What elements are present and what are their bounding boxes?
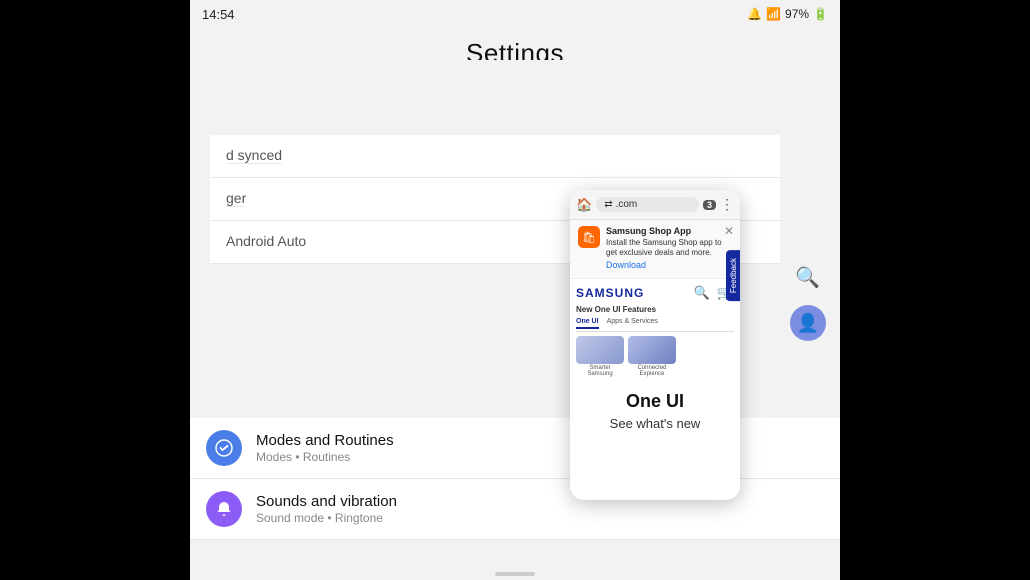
browser-toolbar: 🏠 ⇄ .com 3 ⋮: [570, 190, 740, 220]
notification-popup: 🛍 Samsung Shop App Install the Samsung S…: [570, 220, 740, 279]
thumbnail-row: SmarterSamsung ConnectedExpience: [576, 336, 734, 377]
status-bar: 14:54 🔔 📶 97% 🔋: [190, 0, 840, 28]
notif-description: Install the Samsung Shop app to get excl…: [606, 238, 732, 259]
tab-count[interactable]: 3: [703, 200, 716, 210]
thumb-label-2: ConnectedExpience: [628, 365, 676, 377]
translate-icon: ⇄: [604, 199, 612, 210]
see-whats-new-text: See what's new: [576, 416, 734, 431]
url-text: .com: [616, 199, 638, 210]
volume-icon: 🔔: [747, 7, 762, 21]
thumbnail-1: SmarterSamsung: [576, 336, 624, 377]
thumb-label-1: SmarterSamsung: [576, 365, 624, 377]
one-ui-heading: One UI: [576, 383, 734, 416]
battery-icon: 🔋: [813, 7, 828, 21]
synced-text: d synced: [226, 147, 282, 164]
phone-screen: 14:54 🔔 📶 97% 🔋 Settings 🔍 👤 d synced: [190, 0, 840, 580]
signal-icon: 📶: [766, 7, 781, 21]
browser-menu-icon[interactable]: ⋮: [720, 196, 734, 213]
apps-services-tab[interactable]: Apps & Services: [607, 318, 658, 329]
sounds-vibration-text: Sounds and vibration Sound mode • Ringto…: [256, 493, 824, 525]
thumbnail-2: ConnectedExpience: [628, 336, 676, 377]
sounds-vibration-icon: [206, 491, 242, 527]
site-tabs: One UI Apps & Services: [576, 318, 734, 332]
settings-page: 🔍 👤 d synced ger Android Auto: [190, 60, 840, 580]
notif-download-link[interactable]: Download: [606, 260, 732, 272]
bell-icon: [215, 500, 233, 518]
new-one-ui-section: New One UI Features: [576, 305, 734, 314]
notification-text: Samsung Shop App Install the Samsung Sho…: [606, 226, 732, 272]
site-search-icon[interactable]: 🔍: [694, 285, 711, 301]
modes-routines-icon: [206, 430, 242, 466]
browser-card: 🏠 ⇄ .com 3 ⋮ 🛍 Samsung Shop App Install …: [570, 190, 740, 500]
android-auto-text: Android Auto: [226, 233, 306, 249]
one-ui-tab[interactable]: One UI: [576, 318, 599, 329]
settings-item-modes-routines[interactable]: Modes and Routines Modes • Routines: [190, 418, 840, 479]
notif-app-name: Samsung Shop App: [606, 226, 732, 238]
notification-close[interactable]: ✕: [724, 224, 734, 238]
ger-text: ger: [226, 190, 246, 207]
samsung-logo: SAMSUNG 🔍 🛒: [576, 285, 734, 301]
avatar-icon: 👤: [797, 313, 819, 334]
sounds-vibration-subtitle: Sound mode • Ringtone: [256, 511, 824, 525]
search-icon[interactable]: 🔍: [795, 265, 820, 290]
avatar[interactable]: 👤: [790, 305, 826, 341]
scroll-indicator: [495, 572, 535, 576]
settings-item-sounds-vibration[interactable]: Sounds and vibration Sound mode • Ringto…: [190, 479, 840, 540]
browser-home-icon[interactable]: 🏠: [576, 197, 592, 213]
sounds-vibration-title: Sounds and vibration: [256, 493, 824, 510]
check-circle-icon: [215, 439, 233, 457]
samsung-wordmark: SAMSUNG: [576, 286, 644, 300]
battery-level: 97%: [785, 7, 809, 21]
browser-url-bar[interactable]: ⇄ .com: [596, 197, 699, 212]
feedback-tab[interactable]: Feedback: [726, 250, 740, 301]
shop-icon: 🛍: [578, 226, 600, 248]
samsung-website-content: SAMSUNG 🔍 🛒 New One UI Features One UI A…: [570, 279, 740, 437]
shop-logo: 🛍: [582, 231, 596, 244]
status-time: 14:54: [202, 7, 235, 22]
status-icons: 🔔 📶 97% 🔋: [747, 7, 828, 21]
